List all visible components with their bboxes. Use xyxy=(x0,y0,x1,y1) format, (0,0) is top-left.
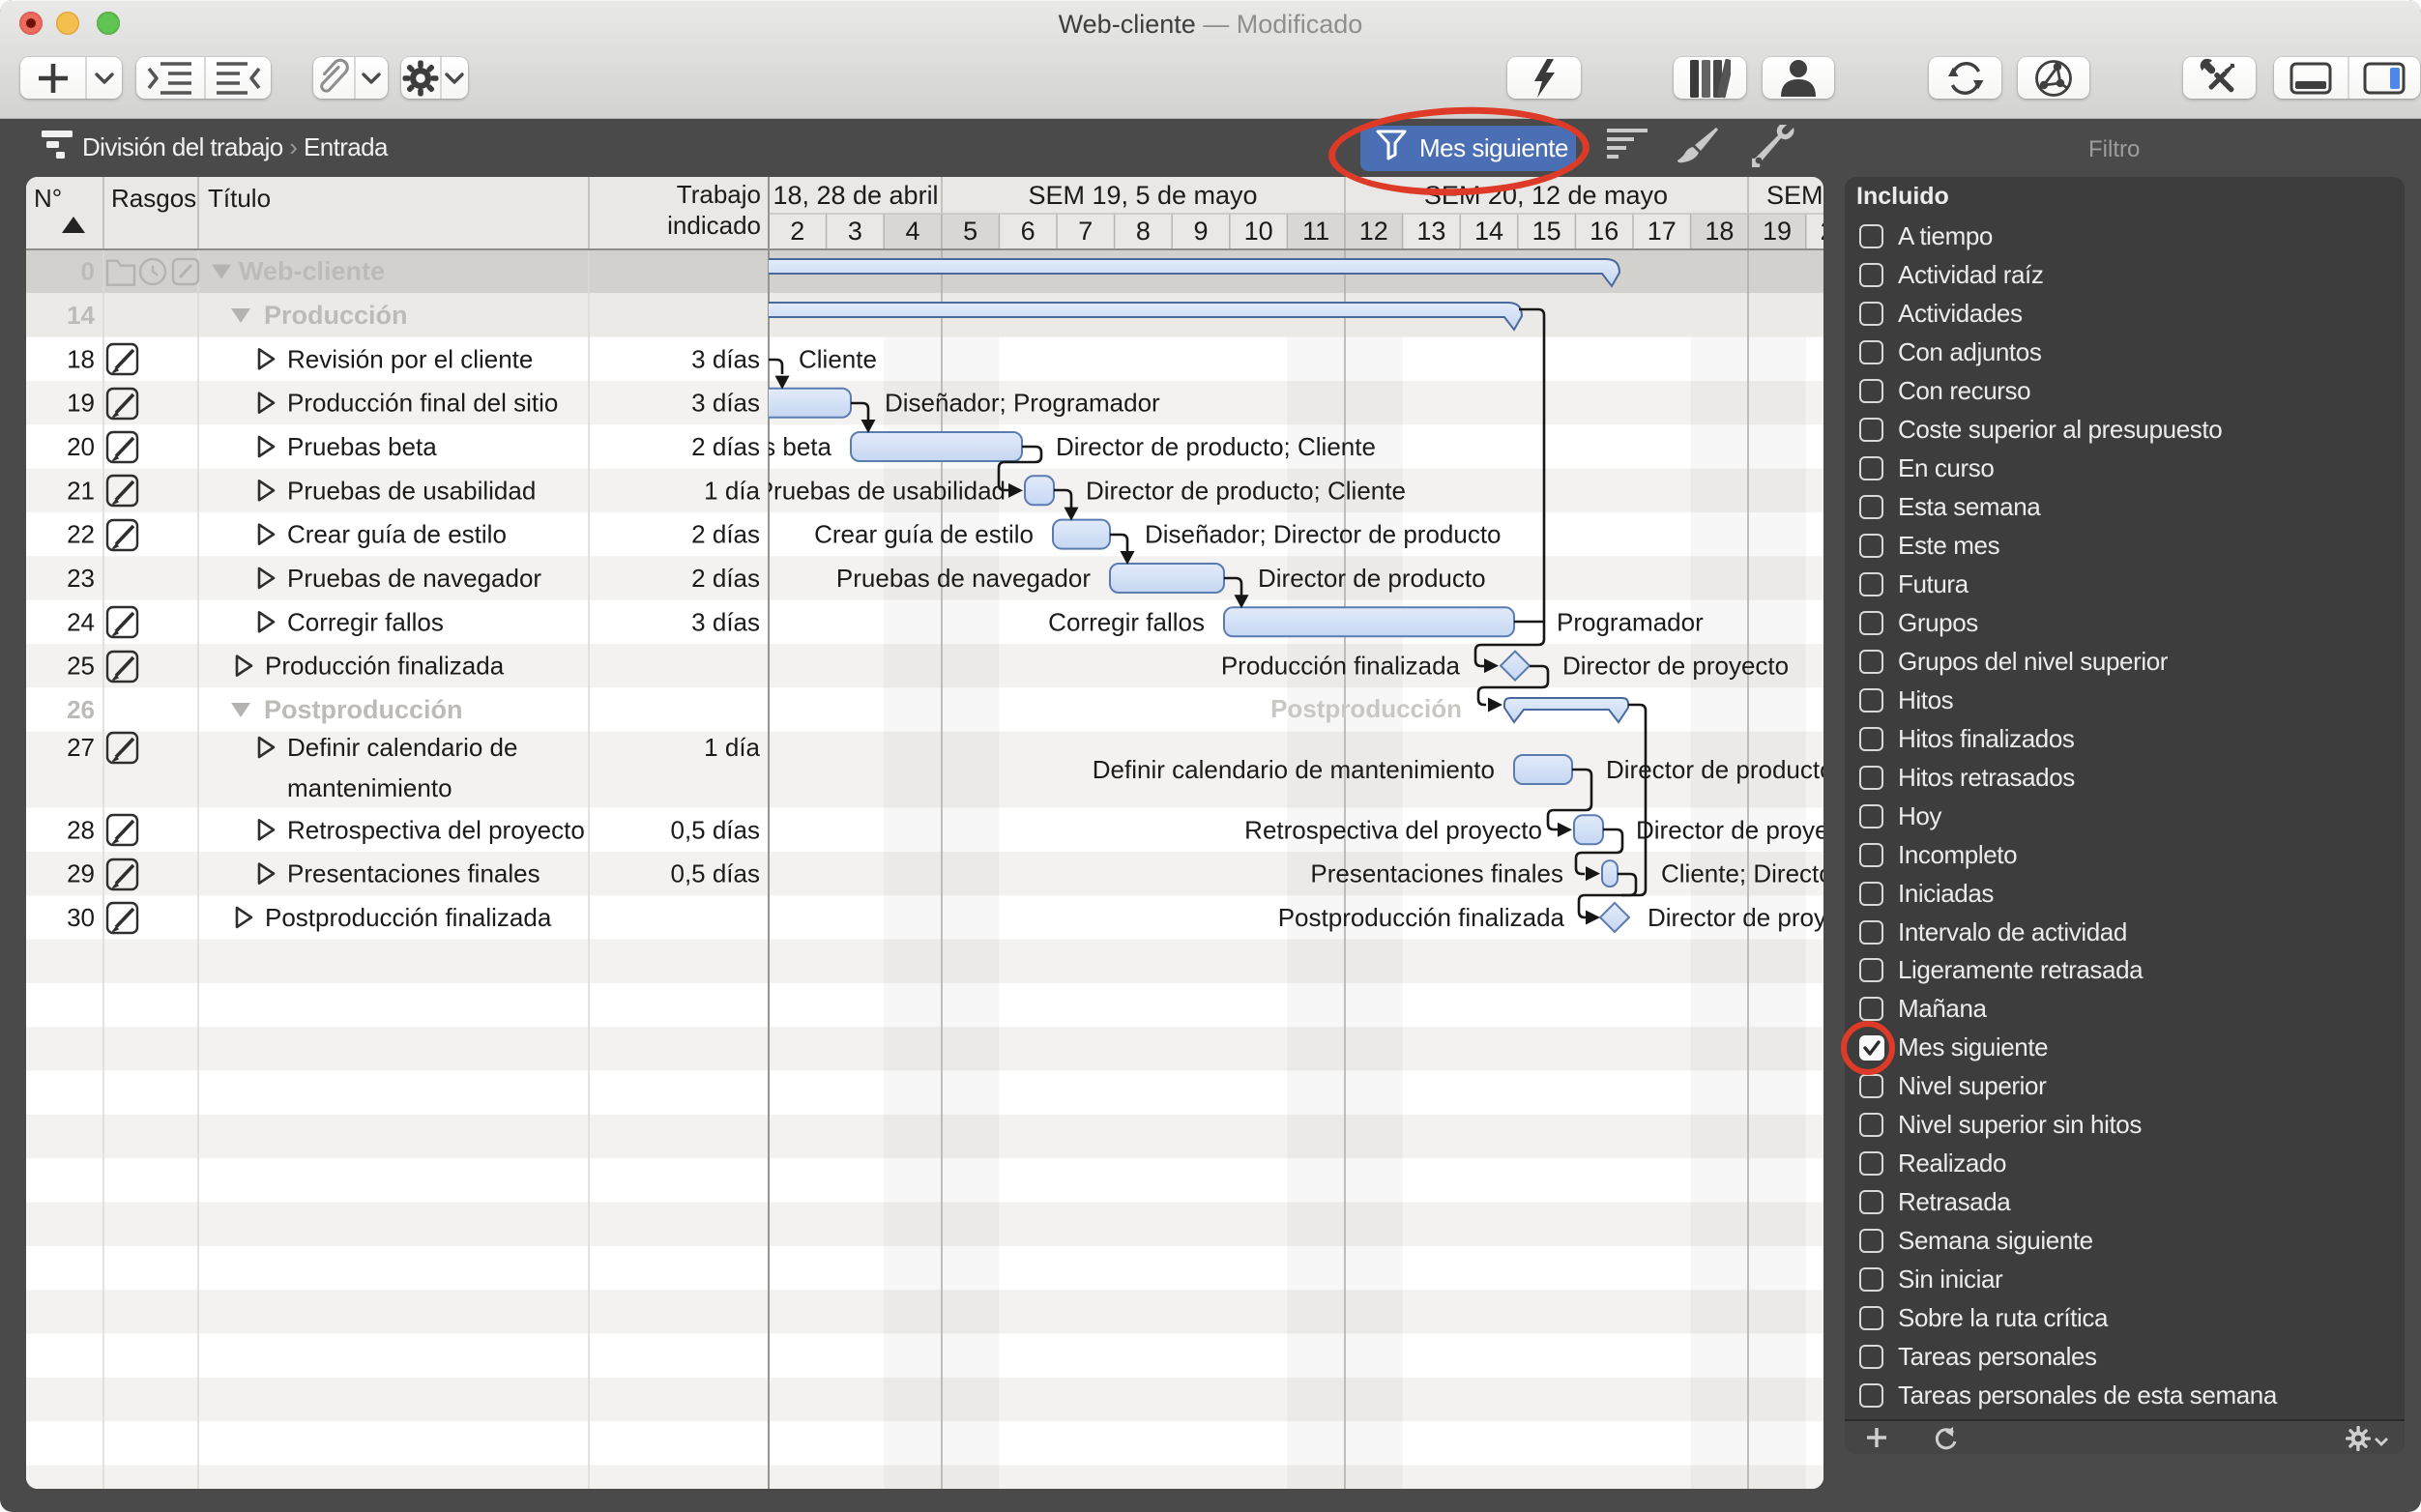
svg-text:Diseñador; Director de product: Diseñador; Director de producto xyxy=(1145,520,1502,549)
svg-text:15: 15 xyxy=(1532,217,1561,246)
svg-text:11: 11 xyxy=(1302,217,1329,246)
svg-text:indicado: indicado xyxy=(667,211,761,240)
svg-text:19: 19 xyxy=(67,389,95,418)
svg-text:10: 10 xyxy=(1244,217,1273,246)
svg-text:Web-cliente: Web-cliente xyxy=(239,257,385,286)
svg-text:Pruebas beta: Pruebas beta xyxy=(287,432,437,461)
svg-text:22: 22 xyxy=(67,520,95,549)
svg-text:30: 30 xyxy=(67,903,95,932)
svg-text:Director de producto; Cliente: Director de producto; Cliente xyxy=(1056,432,1376,461)
svg-text:2 días: 2 días xyxy=(691,432,760,461)
svg-text:29: 29 xyxy=(67,859,95,888)
svg-text:13: 13 xyxy=(1416,217,1445,246)
svg-text:1 día: 1 día xyxy=(704,733,760,762)
svg-text:Director de producto; Cliente: Director de producto; Cliente xyxy=(1086,476,1406,505)
svg-text:Director de proyecto: Director de proyecto xyxy=(1562,652,1789,681)
svg-text:Director de proyect: Director de proyect xyxy=(1648,903,1823,932)
svg-text:Cliente; Director d: Cliente; Director d xyxy=(1661,859,1823,888)
svg-text:17: 17 xyxy=(1648,217,1677,246)
svg-text:2 días: 2 días xyxy=(691,564,760,593)
svg-text:N°: N° xyxy=(34,184,62,213)
svg-text:Director de producto: Director de producto xyxy=(1258,564,1486,593)
svg-text:18: 18 xyxy=(67,344,95,373)
svg-text:Retrospectiva del proyecto: Retrospectiva del proyecto xyxy=(287,815,585,844)
svg-text:Retrospectiva del proyecto: Retrospectiva del proyecto xyxy=(1244,815,1542,844)
svg-text:Rasgos: Rasgos xyxy=(111,184,196,213)
svg-text:28: 28 xyxy=(67,815,95,844)
svg-text:Presentaciones finales: Presentaciones finales xyxy=(1310,859,1563,888)
svg-text:20: 20 xyxy=(67,432,95,461)
svg-text:8: 8 xyxy=(1136,217,1151,246)
svg-text:27: 27 xyxy=(67,733,95,762)
svg-text:Producción final del sitio: Producción final del sitio xyxy=(287,389,558,418)
svg-text:SEM 21, 19 de mayo: SEM 21, 19 de mayo xyxy=(1766,181,1823,210)
svg-text:1 día: 1 día xyxy=(704,476,760,505)
svg-text:Corregir fallos: Corregir fallos xyxy=(287,607,444,636)
svg-text:3: 3 xyxy=(848,217,862,246)
svg-text:12: 12 xyxy=(1359,217,1388,246)
svg-text:0,5 días: 0,5 días xyxy=(670,859,760,888)
svg-text:0,5 días: 0,5 días xyxy=(670,815,760,844)
svg-text:3 días: 3 días xyxy=(691,389,760,418)
svg-text:Pruebas de navegador: Pruebas de navegador xyxy=(287,564,541,593)
svg-text:Pruebas de usabilidad: Pruebas de usabilidad xyxy=(757,476,1006,505)
svg-text:Definir calendario de mantenim: Definir calendario de mantenimiento xyxy=(1093,755,1495,784)
svg-text:Producción finalizada: Producción finalizada xyxy=(1221,652,1461,681)
svg-text:2: 2 xyxy=(790,217,804,246)
svg-text:16: 16 xyxy=(1590,217,1619,246)
svg-text:Pruebas de usabilidad: Pruebas de usabilidad xyxy=(287,476,536,505)
svg-text:Postproducción finalizada: Postproducción finalizada xyxy=(1278,903,1565,932)
svg-text:2 días: 2 días xyxy=(691,520,760,549)
svg-text:Trabajo: Trabajo xyxy=(677,180,761,209)
svg-text:14: 14 xyxy=(67,301,95,330)
svg-text:14: 14 xyxy=(1474,217,1503,246)
svg-text:Postproducción: Postproducción xyxy=(1270,694,1462,723)
svg-text:Crear guía de estilo: Crear guía de estilo xyxy=(287,520,507,549)
svg-text:Producción finalizada: Producción finalizada xyxy=(265,652,505,681)
svg-text:6: 6 xyxy=(1021,217,1035,246)
svg-text:Producción: Producción xyxy=(264,301,408,330)
svg-text:SEM 19, 5 de mayo: SEM 19, 5 de mayo xyxy=(1028,181,1257,210)
svg-text:Cliente: Cliente xyxy=(799,344,877,373)
svg-text:18: 18 xyxy=(1705,217,1734,246)
svg-text:Presentaciones finales: Presentaciones finales xyxy=(287,859,540,888)
svg-text:9: 9 xyxy=(1193,217,1208,246)
svg-text:Definir calendario de: Definir calendario de xyxy=(287,733,517,762)
svg-text:Pruebas de navegador: Pruebas de navegador xyxy=(836,564,1091,593)
svg-text:21: 21 xyxy=(67,476,95,505)
svg-text:19: 19 xyxy=(1763,217,1792,246)
svg-text:mantenimiento: mantenimiento xyxy=(287,773,452,802)
svg-text:26: 26 xyxy=(67,695,95,724)
svg-text:Corregir fallos: Corregir fallos xyxy=(1048,607,1205,636)
svg-text:24: 24 xyxy=(67,607,95,636)
svg-text:3 días: 3 días xyxy=(691,344,760,373)
svg-text:4: 4 xyxy=(905,217,919,246)
svg-text:7: 7 xyxy=(1078,217,1093,246)
svg-text:3 días: 3 días xyxy=(691,607,760,636)
svg-text:Título: Título xyxy=(208,184,271,213)
svg-text:Director de proyecto: Director de proyecto xyxy=(1636,815,1823,844)
svg-text:Diseñador; Programador: Diseñador; Programador xyxy=(885,389,1160,418)
svg-text:20: 20 xyxy=(1821,217,1823,246)
svg-text:5: 5 xyxy=(963,217,977,246)
svg-text:25: 25 xyxy=(67,652,95,681)
svg-text:Director de producto: Director de producto xyxy=(1606,755,1823,784)
svg-text:Revisión por el cliente: Revisión por el cliente xyxy=(287,344,533,373)
svg-text:23: 23 xyxy=(67,564,95,593)
svg-text:18, 28 de abril: 18, 28 de abril xyxy=(773,181,938,210)
svg-text:0: 0 xyxy=(81,257,95,286)
svg-text:Postproducción: Postproducción xyxy=(264,695,463,724)
svg-text:Crear guía de estilo: Crear guía de estilo xyxy=(814,520,1034,549)
svg-text:Programador: Programador xyxy=(1557,607,1704,636)
svg-text:Postproducción finalizada: Postproducción finalizada xyxy=(265,903,552,932)
